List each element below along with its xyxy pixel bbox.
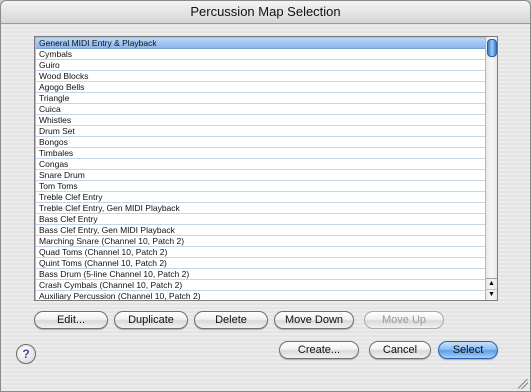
- scroll-down-arrow-icon[interactable]: ▼: [486, 289, 497, 300]
- list-item[interactable]: Snare Drum: [36, 170, 487, 181]
- resize-grip-icon[interactable]: [518, 379, 528, 389]
- help-icon[interactable]: ?: [16, 344, 36, 364]
- move-up-button: Move Up: [364, 311, 444, 329]
- scroll-up-arrow-icon[interactable]: ▲: [486, 278, 497, 289]
- list-item[interactable]: Congas: [36, 159, 487, 170]
- list-item[interactable]: Bass Clef Entry: [36, 214, 487, 225]
- list-item[interactable]: Quint Toms (Channel 10, Patch 2): [36, 258, 487, 269]
- list-item[interactable]: Quad Toms (Channel 10, Patch 2): [36, 247, 487, 258]
- list-item[interactable]: Treble Clef Entry: [36, 192, 487, 203]
- select-button[interactable]: Select: [438, 341, 498, 359]
- window-title: Percussion Map Selection: [1, 1, 530, 24]
- list-item[interactable]: Timbales: [36, 148, 487, 159]
- create-button[interactable]: Create...: [279, 341, 359, 359]
- delete-button[interactable]: Delete: [194, 311, 268, 329]
- duplicate-button[interactable]: Duplicate: [114, 311, 188, 329]
- list-item[interactable]: Bongos: [36, 137, 487, 148]
- list-items: General MIDI Entry & Playback Cymbals Guir…: [36, 38, 487, 300]
- list-item[interactable]: Bass Clef Entry, Gen MIDI Playback: [36, 225, 487, 236]
- list-item[interactable]: Wood Blocks: [36, 71, 487, 82]
- list-item[interactable]: Tom Toms: [36, 181, 487, 192]
- list-item[interactable]: Treble Clef Entry, Gen MIDI Playback: [36, 203, 487, 214]
- list-scrollbar[interactable]: ▲ ▼: [485, 37, 497, 300]
- cancel-button[interactable]: Cancel: [369, 341, 431, 359]
- edit-button[interactable]: Edit...: [34, 311, 108, 329]
- list-item[interactable]: Auxiliary Percussion (Channel 10, Patch …: [36, 291, 487, 300]
- percussion-map-dialog: Percussion Map Selection General MIDI En…: [0, 0, 531, 392]
- list-item[interactable]: Drum Set: [36, 126, 487, 137]
- list-item[interactable]: Marching Snare (Channel 10, Patch 2): [36, 236, 487, 247]
- list-item[interactable]: Whistles: [36, 115, 487, 126]
- list-item[interactable]: Cuica: [36, 104, 487, 115]
- list-item[interactable]: Crash Cymbals (Channel 10, Patch 2): [36, 280, 487, 291]
- list-item[interactable]: Bass Drum (5-line Channel 10, Patch 2): [36, 269, 487, 280]
- list-item[interactable]: Cymbals: [36, 49, 487, 60]
- list-item[interactable]: General MIDI Entry & Playback: [36, 38, 487, 49]
- percussion-map-list[interactable]: General MIDI Entry & Playback Cymbals Guir…: [34, 36, 498, 301]
- list-item[interactable]: Triangle: [36, 93, 487, 104]
- list-item[interactable]: Guiro: [36, 60, 487, 71]
- list-item[interactable]: Agogo Bells: [36, 82, 487, 93]
- scroll-thumb[interactable]: [487, 39, 497, 57]
- move-down-button[interactable]: Move Down: [274, 311, 354, 329]
